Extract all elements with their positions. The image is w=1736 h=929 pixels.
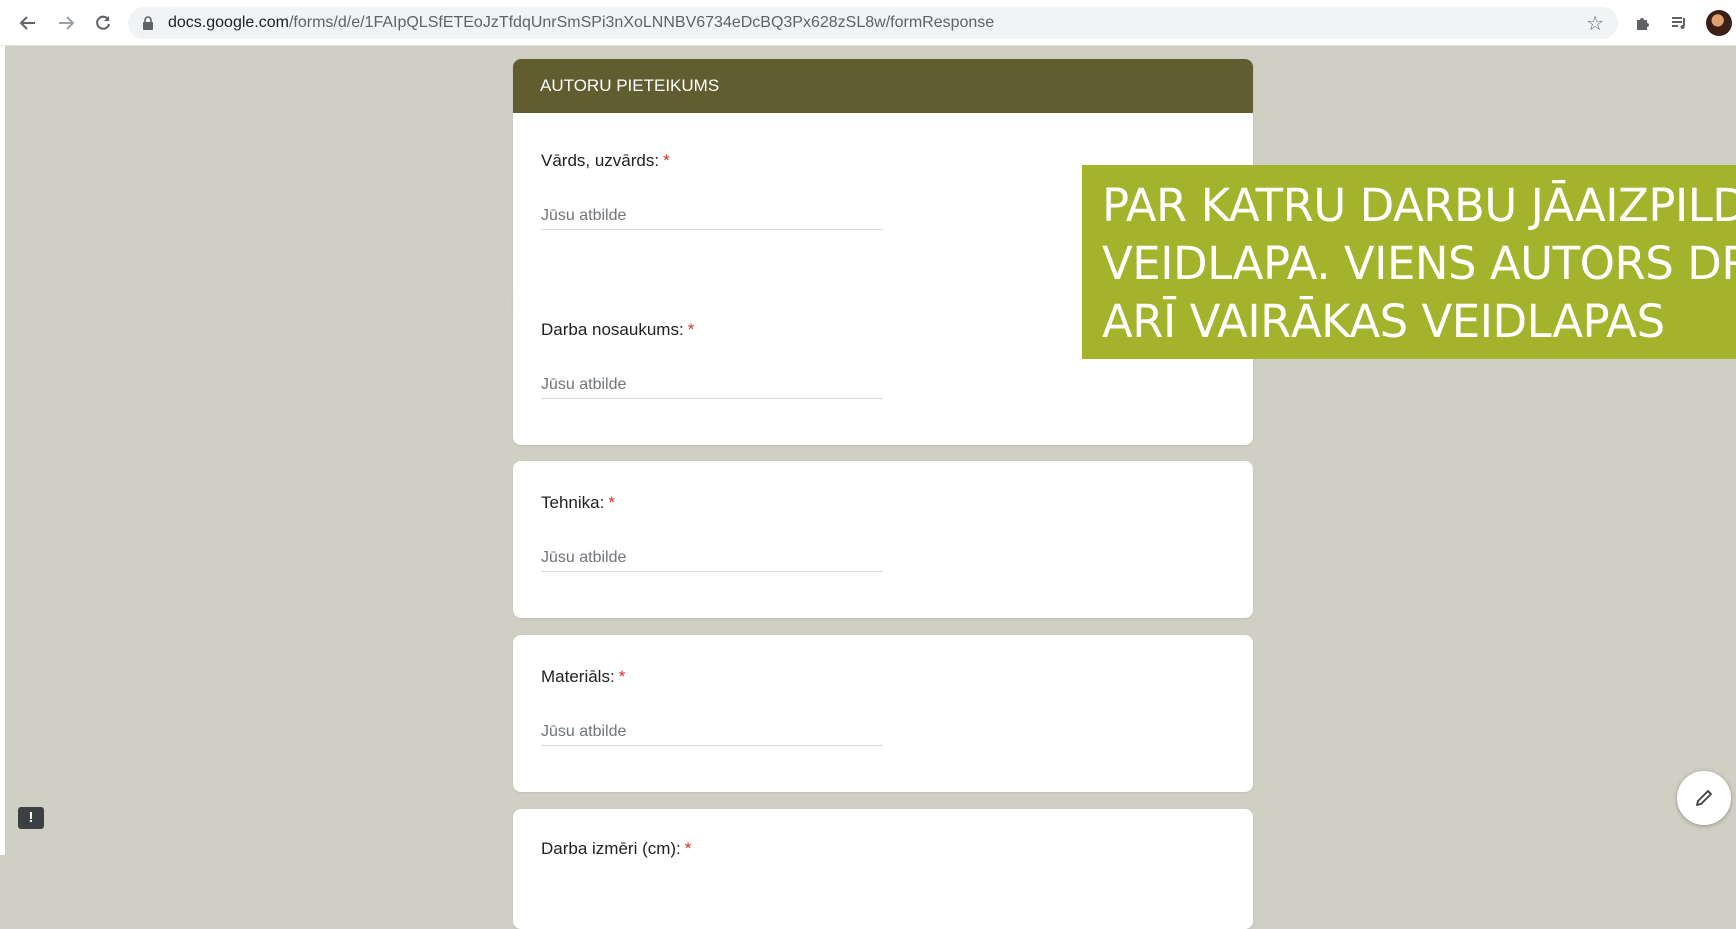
section-title: AUTORU PIETEIKUMS bbox=[513, 59, 1253, 113]
question-card-material: Materiāls: * bbox=[513, 635, 1253, 792]
question-label-name: Vārds, uzvārds: * bbox=[541, 151, 670, 171]
profile-avatar[interactable] bbox=[1706, 10, 1732, 36]
required-mark: * bbox=[608, 493, 615, 512]
playlist-icon[interactable] bbox=[1666, 10, 1692, 36]
star-icon[interactable]: ☆ bbox=[1586, 11, 1604, 36]
puzzle-icon[interactable] bbox=[1630, 10, 1656, 36]
notice-text: PAR KATRU DARBU JĀAIZPILDA VEIDLAPA. VIE… bbox=[1102, 179, 1736, 348]
browser-toolbar: docs.google.com/forms/d/e/1FAIpQLSfETEoJ… bbox=[0, 0, 1736, 46]
required-mark: * bbox=[618, 667, 626, 686]
question-label-dimensions: Darba izmēri (cm): * bbox=[541, 839, 691, 859]
url-text: docs.google.com/forms/d/e/1FAIpQLSfETEoJ… bbox=[168, 14, 994, 32]
question-text: Darba nosaukums: bbox=[541, 320, 684, 339]
reload-icon[interactable] bbox=[89, 9, 117, 37]
feedback-icon[interactable]: ! bbox=[18, 807, 44, 829]
required-mark: * bbox=[687, 320, 695, 339]
notice-banner: PAR KATRU DARBU JĀAIZPILDA VEIDLAPA. VIE… bbox=[1082, 165, 1736, 359]
question-text: Vārds, uzvārds: bbox=[541, 151, 660, 170]
required-mark: * bbox=[663, 151, 670, 170]
question-card-dimensions: Darba izmēri (cm): * bbox=[513, 809, 1253, 929]
url-host: docs.google.com bbox=[168, 14, 289, 31]
address-bar[interactable]: docs.google.com/forms/d/e/1FAIpQLSfETEoJ… bbox=[128, 7, 1618, 39]
question-label-title: Darba nosaukums: * bbox=[541, 320, 694, 340]
question-label-material: Materiāls: * bbox=[541, 667, 625, 687]
question-text: Darba izmēri (cm): bbox=[541, 839, 681, 858]
question-label-technique: Tehnika: * bbox=[541, 493, 615, 513]
question-text: Materiāls: bbox=[541, 667, 615, 686]
question-card-technique: Tehnika: * bbox=[513, 461, 1253, 618]
lock-icon bbox=[143, 16, 153, 30]
material-input[interactable] bbox=[541, 719, 883, 746]
url-path: /forms/d/e/1FAIpQLSfETEoJzTfdqUnrSmSPi3n… bbox=[288, 14, 995, 31]
question-text: Tehnika: bbox=[541, 493, 605, 512]
technique-input[interactable] bbox=[541, 545, 883, 572]
name-input[interactable] bbox=[541, 203, 883, 230]
edit-button[interactable] bbox=[1677, 771, 1731, 825]
forward-icon[interactable] bbox=[52, 9, 80, 37]
work-title-input[interactable] bbox=[541, 372, 883, 399]
pencil-icon bbox=[1696, 790, 1712, 806]
required-mark: * bbox=[684, 839, 692, 858]
form-page: AUTORU PIETEIKUMS Vārds, uzvārds:* Darba… bbox=[0, 46, 1736, 929]
back-icon[interactable] bbox=[14, 9, 42, 37]
left-edge bbox=[0, 46, 5, 855]
